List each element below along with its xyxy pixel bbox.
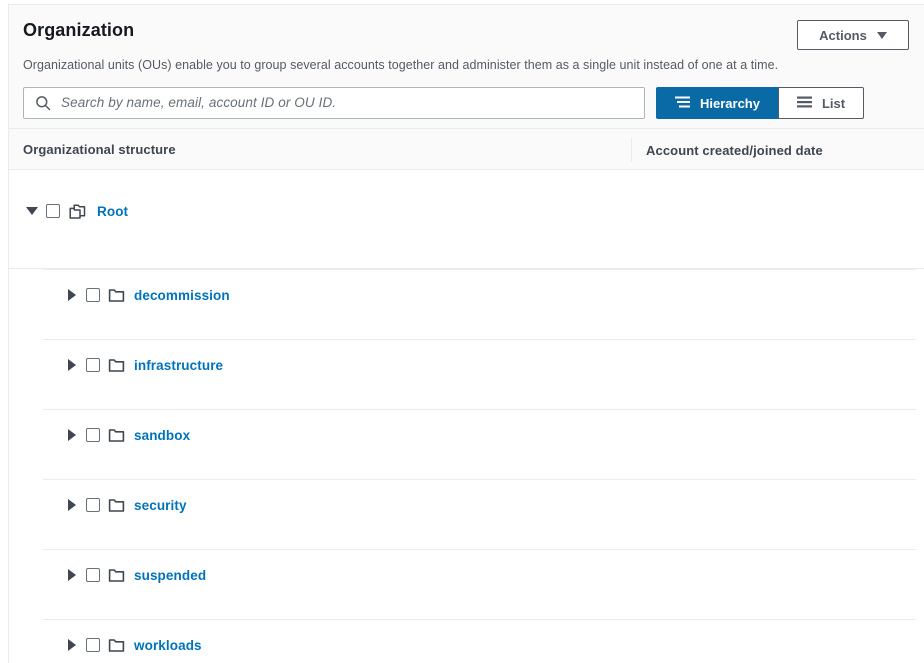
tree-node-label[interactable]: security <box>134 498 187 513</box>
triangle-right-icon <box>68 289 76 301</box>
organization-page: Organization Actions Organizational unit… <box>0 0 924 663</box>
triangle-right-icon <box>68 569 76 581</box>
table-header-row: Organizational structure Account created… <box>9 128 924 170</box>
column-header-structure: Organizational structure <box>23 141 176 157</box>
tab-list-label: List <box>821 95 846 111</box>
search-icon <box>34 94 52 112</box>
tree-node-label[interactable]: workloads <box>134 638 202 653</box>
folder-icon <box>108 568 125 583</box>
hierarchy-icon <box>675 96 691 111</box>
row-checkbox[interactable] <box>46 204 60 218</box>
organization-panel: Organization Actions Organizational unit… <box>8 4 924 663</box>
folder-icon <box>108 428 125 443</box>
tree-node-label[interactable]: sandbox <box>134 428 190 443</box>
triangle-right-icon <box>68 639 76 651</box>
collapse-toggle-icon[interactable] <box>23 202 41 220</box>
expand-toggle-icon[interactable] <box>63 356 81 374</box>
table-row[interactable]: decommission <box>9 269 924 339</box>
table-row[interactable]: sandbox <box>9 409 924 479</box>
tree-node: decommission <box>63 286 230 304</box>
actions-button[interactable]: Actions <box>797 20 909 50</box>
page-title: Organization <box>23 20 135 40</box>
table-row[interactable]: infrastructure <box>9 339 924 409</box>
tree-node-label[interactable]: Root <box>97 204 128 219</box>
row-checkbox[interactable] <box>86 568 100 582</box>
table-row[interactable]: workloads <box>9 619 924 663</box>
tab-list[interactable]: List <box>777 87 865 119</box>
tree-node: suspended <box>63 566 206 584</box>
row-checkbox[interactable] <box>86 358 100 372</box>
tree-node: infrastructure <box>63 356 223 374</box>
expand-toggle-icon[interactable] <box>63 426 81 444</box>
search-placeholder: Search by name, email, account ID or OU … <box>61 95 337 110</box>
triangle-right-icon <box>68 429 76 441</box>
expand-toggle-icon[interactable] <box>63 286 81 304</box>
row-checkbox[interactable] <box>86 428 100 442</box>
tree-node-label[interactable]: infrastructure <box>134 358 223 373</box>
folder-icon <box>108 288 125 303</box>
view-toggle-group: Hierarchy List <box>656 87 865 119</box>
table-row[interactable]: suspended <box>9 549 924 619</box>
expand-toggle-icon[interactable] <box>63 566 81 584</box>
chevron-down-icon <box>876 31 887 39</box>
organization-structure-table: Organizational structure Account created… <box>9 128 924 663</box>
root-folder-icon <box>68 203 88 220</box>
column-header-created-date: Account created/joined date <box>631 138 823 162</box>
tree-node-root: Root <box>23 202 128 220</box>
row-checkbox[interactable] <box>86 638 100 652</box>
table-row[interactable]: security <box>9 479 924 549</box>
expand-toggle-icon[interactable] <box>63 496 81 514</box>
triangle-right-icon <box>68 359 76 371</box>
tab-hierarchy[interactable]: Hierarchy <box>656 87 778 119</box>
page-description: Organizational units (OUs) enable you to… <box>23 58 779 72</box>
triangle-down-icon <box>26 207 38 215</box>
folder-icon <box>108 638 125 653</box>
tree-node: sandbox <box>63 426 190 444</box>
title-row: Organization Actions <box>23 19 910 50</box>
tree-node-label[interactable]: decommission <box>134 288 230 303</box>
row-checkbox[interactable] <box>86 288 100 302</box>
tree-node: security <box>63 496 187 514</box>
folder-icon <box>108 358 125 373</box>
table-body: Root decommission infrastructure sandbox… <box>9 170 924 663</box>
controls-row: Search by name, email, account ID or OU … <box>23 87 910 119</box>
expand-toggle-icon[interactable] <box>63 636 81 654</box>
panel-header: Organization Actions Organizational unit… <box>9 5 924 128</box>
search-input[interactable]: Search by name, email, account ID or OU … <box>23 87 645 119</box>
tab-hierarchy-label: Hierarchy <box>700 95 760 111</box>
list-icon <box>796 96 813 111</box>
triangle-right-icon <box>68 499 76 511</box>
title-block: Organization <box>23 19 134 41</box>
row-checkbox[interactable] <box>86 498 100 512</box>
folder-icon <box>108 498 125 513</box>
actions-button-label: Actions <box>819 27 867 43</box>
tree-node-label[interactable]: suspended <box>134 568 206 583</box>
table-row[interactable]: Root <box>9 170 924 269</box>
tree-node: workloads <box>63 636 202 654</box>
